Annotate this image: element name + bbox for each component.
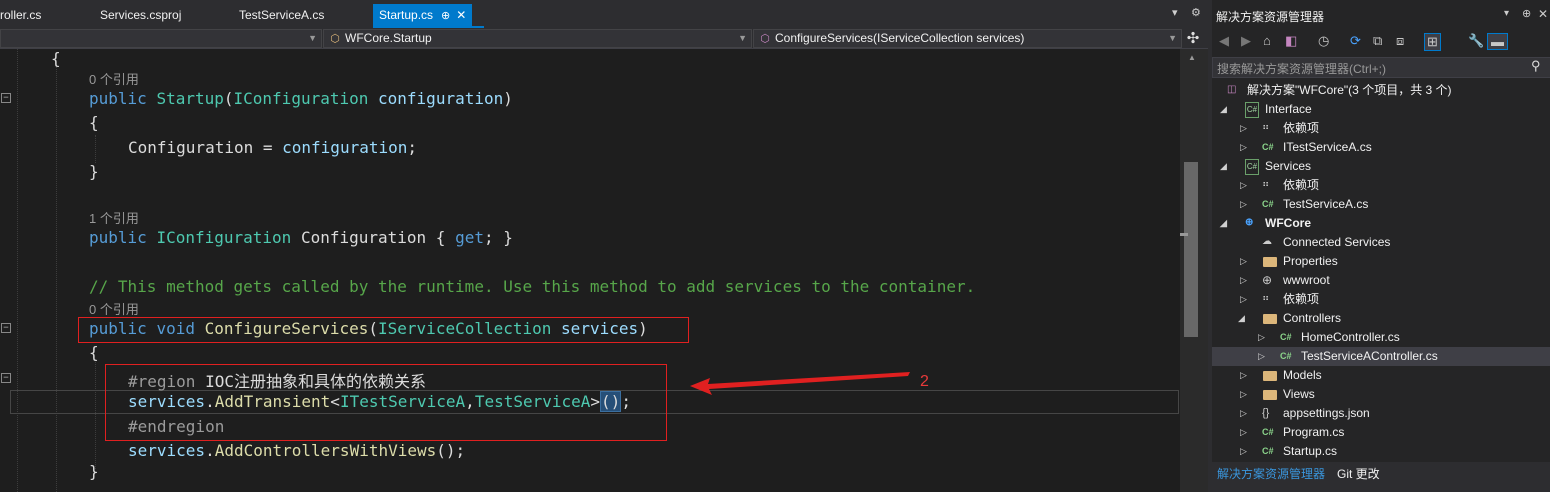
collapsed-icon: ▷ bbox=[1240, 199, 1247, 209]
csharp-project-icon: C# bbox=[1245, 102, 1259, 118]
scroll-up-icon[interactable]: ▲ bbox=[1188, 53, 1196, 62]
back-icon[interactable]: ◀ bbox=[1219, 33, 1229, 49]
collapsed-icon: ▷ bbox=[1240, 275, 1247, 285]
solution-icon: ◫ bbox=[1227, 84, 1237, 95]
globe-icon: ⊕ bbox=[1262, 273, 1273, 287]
arrow-2-icon bbox=[690, 372, 910, 395]
collapsed-icon: ▷ bbox=[1240, 294, 1247, 304]
folder-icon bbox=[1263, 390, 1277, 400]
collapsed-icon: ▷ bbox=[1240, 142, 1247, 152]
collapsed-icon: ▷ bbox=[1240, 180, 1247, 190]
wrench-icon[interactable]: 🔧 bbox=[1468, 33, 1484, 49]
json-file-icon: {} bbox=[1262, 407, 1270, 419]
search-placeholder: 搜索解决方案资源管理器(Ctrl+;) bbox=[1217, 62, 1386, 76]
expanded-icon: ◢ bbox=[1238, 313, 1245, 323]
show-all-files-icon[interactable]: ⧈ bbox=[1396, 33, 1404, 49]
dependencies-icon: ⠶ bbox=[1262, 122, 1270, 133]
collapsed-icon: ▷ bbox=[1258, 332, 1265, 342]
forward-icon[interactable]: ▶ bbox=[1241, 33, 1251, 49]
collapsed-icon: ▷ bbox=[1240, 123, 1247, 133]
vs-icon[interactable]: ◧ bbox=[1285, 33, 1297, 49]
tab-git-changes[interactable]: Git 更改 bbox=[1337, 465, 1380, 482]
scrollbar-thumb[interactable] bbox=[1184, 162, 1198, 337]
collapsed-icon: ▷ bbox=[1240, 427, 1247, 437]
csharp-file-icon: C# bbox=[1280, 332, 1292, 342]
home-icon[interactable]: ⌂ bbox=[1263, 33, 1271, 48]
expanded-icon: ◢ bbox=[1220, 104, 1227, 114]
csharp-file-icon: C# bbox=[1262, 427, 1274, 437]
panel-title: 解决方案资源管理器 bbox=[1216, 10, 1325, 24]
csharp-project-icon: C# bbox=[1245, 159, 1259, 175]
preview-icon[interactable]: ▬ bbox=[1487, 33, 1508, 50]
csharp-file-icon: C# bbox=[1262, 446, 1274, 456]
vertical-scrollbar[interactable]: ▲ bbox=[1180, 49, 1208, 492]
folder-icon bbox=[1263, 314, 1277, 324]
collapsed-icon: ▷ bbox=[1240, 370, 1247, 380]
collapsed-icon: ▷ bbox=[1240, 256, 1247, 266]
csharp-file-icon: C# bbox=[1262, 142, 1274, 152]
panel-menu-icon[interactable]: ▾ bbox=[1504, 8, 1509, 19]
csharp-file-icon: C# bbox=[1280, 351, 1292, 361]
track-active-icon[interactable]: ⊞ bbox=[1424, 33, 1441, 51]
collapsed-icon: ▷ bbox=[1240, 446, 1247, 456]
pin-icon[interactable]: ⊕ bbox=[1522, 7, 1531, 20]
search-icon[interactable]: ⚲ bbox=[1531, 58, 1541, 74]
tab-solution-explorer[interactable]: 解决方案资源管理器 bbox=[1217, 465, 1325, 482]
expanded-icon: ◢ bbox=[1220, 161, 1227, 171]
properties-folder-icon bbox=[1263, 257, 1277, 267]
scroll-marker bbox=[1180, 233, 1188, 236]
folder-icon bbox=[1263, 371, 1277, 381]
collapsed-icon: ▷ bbox=[1240, 389, 1247, 399]
close-icon[interactable]: ✕ bbox=[1538, 7, 1548, 21]
expanded-icon: ◢ bbox=[1220, 218, 1227, 228]
sync-icon[interactable]: ⟳ bbox=[1350, 33, 1361, 49]
dependencies-icon: ⠶ bbox=[1262, 179, 1270, 190]
history-icon[interactable]: ◷ bbox=[1318, 33, 1329, 49]
web-project-icon: ⊕ bbox=[1245, 217, 1254, 228]
annotation-label-2: 2 bbox=[920, 373, 929, 390]
collapsed-icon: ▷ bbox=[1240, 408, 1247, 418]
dependencies-icon: ⠶ bbox=[1262, 293, 1270, 304]
csharp-file-icon: C# bbox=[1262, 199, 1274, 209]
connected-services-icon: ☁ bbox=[1262, 236, 1272, 247]
collapsed-icon: ▷ bbox=[1258, 351, 1265, 361]
collapse-all-icon[interactable]: ⧉ bbox=[1373, 33, 1382, 49]
